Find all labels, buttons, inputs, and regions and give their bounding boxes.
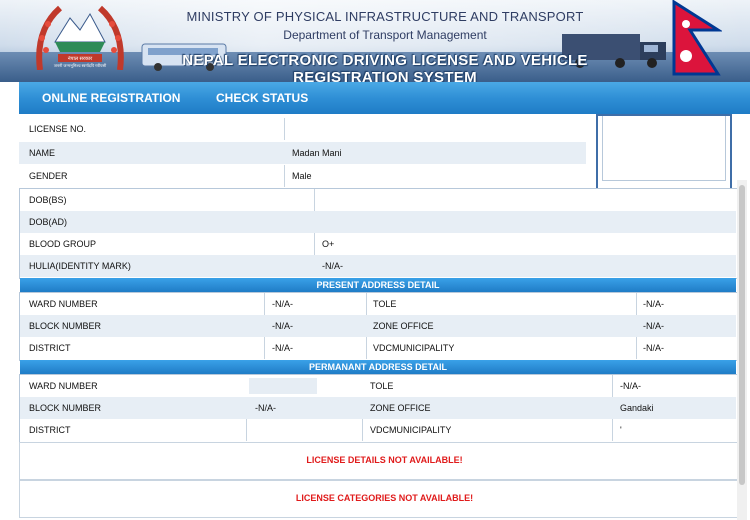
permanent-ward-label: WARD NUMBER xyxy=(29,381,98,391)
permanent-address-header: PERMANANT ADDRESS DETAIL xyxy=(20,360,736,374)
present-tole-value: -N/A- xyxy=(643,299,664,309)
gender-value: Male xyxy=(292,171,312,181)
present-block-row: BLOCK NUMBER -N/A- ZONE OFFICE -N/A- xyxy=(20,315,736,337)
license-no-row: LICENSE NO. xyxy=(19,118,586,140)
dob-ad-label: DOB(AD) xyxy=(29,217,67,227)
dob-bs-row: DOB(BS) xyxy=(20,189,736,211)
permanent-zone-value: Gandaki xyxy=(620,403,654,413)
permanent-zone-label: ZONE OFFICE xyxy=(370,403,431,413)
dob-bs-label: DOB(BS) xyxy=(29,195,67,205)
permanent-ward-row: WARD NUMBER TOLE -N/A- xyxy=(20,375,736,397)
present-ward-value: -N/A- xyxy=(272,299,293,309)
dob-ad-row: DOB(AD) xyxy=(20,211,736,233)
hulia-value: -N/A- xyxy=(322,261,343,271)
license-detail-panel: LICENSE NO. NAME Madan Mani GENDER Male … xyxy=(19,114,750,520)
blood-group-row: BLOOD GROUP O+ xyxy=(20,233,736,255)
hulia-row: HULIA(IDENTITY MARK) -N/A- xyxy=(20,255,736,277)
present-zone-label: ZONE OFFICE xyxy=(373,321,434,331)
gender-label: GENDER xyxy=(29,171,68,181)
permanent-ward-value-box xyxy=(249,378,317,394)
blood-group-label: BLOOD GROUP xyxy=(29,239,97,249)
name-value: Madan Mani xyxy=(292,148,342,158)
present-zone-value: -N/A- xyxy=(643,321,664,331)
permanent-block-label: BLOCK NUMBER xyxy=(29,403,102,413)
nav-online-registration[interactable]: ONLINE REGISTRATION xyxy=(42,91,180,105)
permanent-tole-label: TOLE xyxy=(370,381,394,391)
name-row: NAME Madan Mani xyxy=(19,142,586,164)
ministry-title: MINISTRY OF PHYSICAL INFRASTRUCTURE AND … xyxy=(186,9,584,24)
license-categories-message: LICENSE CATEGORIES NOT AVAILABLE! xyxy=(295,493,474,503)
present-district-value: -N/A- xyxy=(272,343,293,353)
hulia-label: HULIA(IDENTITY MARK) xyxy=(29,261,131,271)
license-details-message: LICENSE DETAILS NOT AVAILABLE! xyxy=(306,455,463,465)
present-district-row: DISTRICT -N/A- VDCMUNICIPALITY -N/A- xyxy=(20,337,736,359)
name-label: NAME xyxy=(29,148,56,158)
present-block-label: BLOCK NUMBER xyxy=(29,321,102,331)
present-district-label: DISTRICT xyxy=(29,343,71,353)
permanent-block-value: -N/A- xyxy=(255,403,276,413)
permanent-tole-value: -N/A- xyxy=(620,381,641,391)
permanent-block-row: BLOCK NUMBER -N/A- ZONE OFFICE Gandaki xyxy=(20,397,736,419)
present-block-value: -N/A- xyxy=(272,321,293,331)
present-vdc-label: VDCMUNICIPALITY xyxy=(373,343,455,353)
present-ward-row: WARD NUMBER -N/A- TOLE -N/A- xyxy=(20,293,736,315)
permanent-vdc-label: VDCMUNICIPALITY xyxy=(370,425,452,435)
present-address-header: PRESENT ADDRESS DETAIL xyxy=(20,278,736,292)
permanent-vdc-value: ' xyxy=(620,425,622,435)
main-nav: ONLINE REGISTRATION CHECK STATUS xyxy=(19,82,750,115)
permanent-district-row: DISTRICT VDCMUNICIPALITY ' xyxy=(20,419,736,441)
photo-box xyxy=(596,114,732,190)
department-title: Department of Transport Management xyxy=(283,28,487,42)
header-banner: नेपाल सरकार जननी जन्मभूमिश्च स्वर्गादपि … xyxy=(0,0,750,82)
present-ward-label: WARD NUMBER xyxy=(29,299,98,309)
gender-row: GENDER Male xyxy=(19,165,586,187)
present-tole-label: TOLE xyxy=(373,299,397,309)
page-scrollbar-thumb[interactable] xyxy=(739,185,745,485)
license-no-label: LICENSE NO. xyxy=(29,124,87,134)
permanent-district-label: DISTRICT xyxy=(29,425,71,435)
nav-check-status[interactable]: CHECK STATUS xyxy=(216,91,308,105)
present-vdc-value: -N/A- xyxy=(643,343,664,353)
blood-group-value: O+ xyxy=(322,239,335,249)
emblem-subcaption: जननी जन्मभूमिश्च स्वर्गादपि गरीयसी xyxy=(53,63,107,68)
system-title: NEPAL ELECTRONIC DRIVING LICENSE AND VEH… xyxy=(182,52,588,82)
nepal-flag-icon xyxy=(672,0,722,76)
